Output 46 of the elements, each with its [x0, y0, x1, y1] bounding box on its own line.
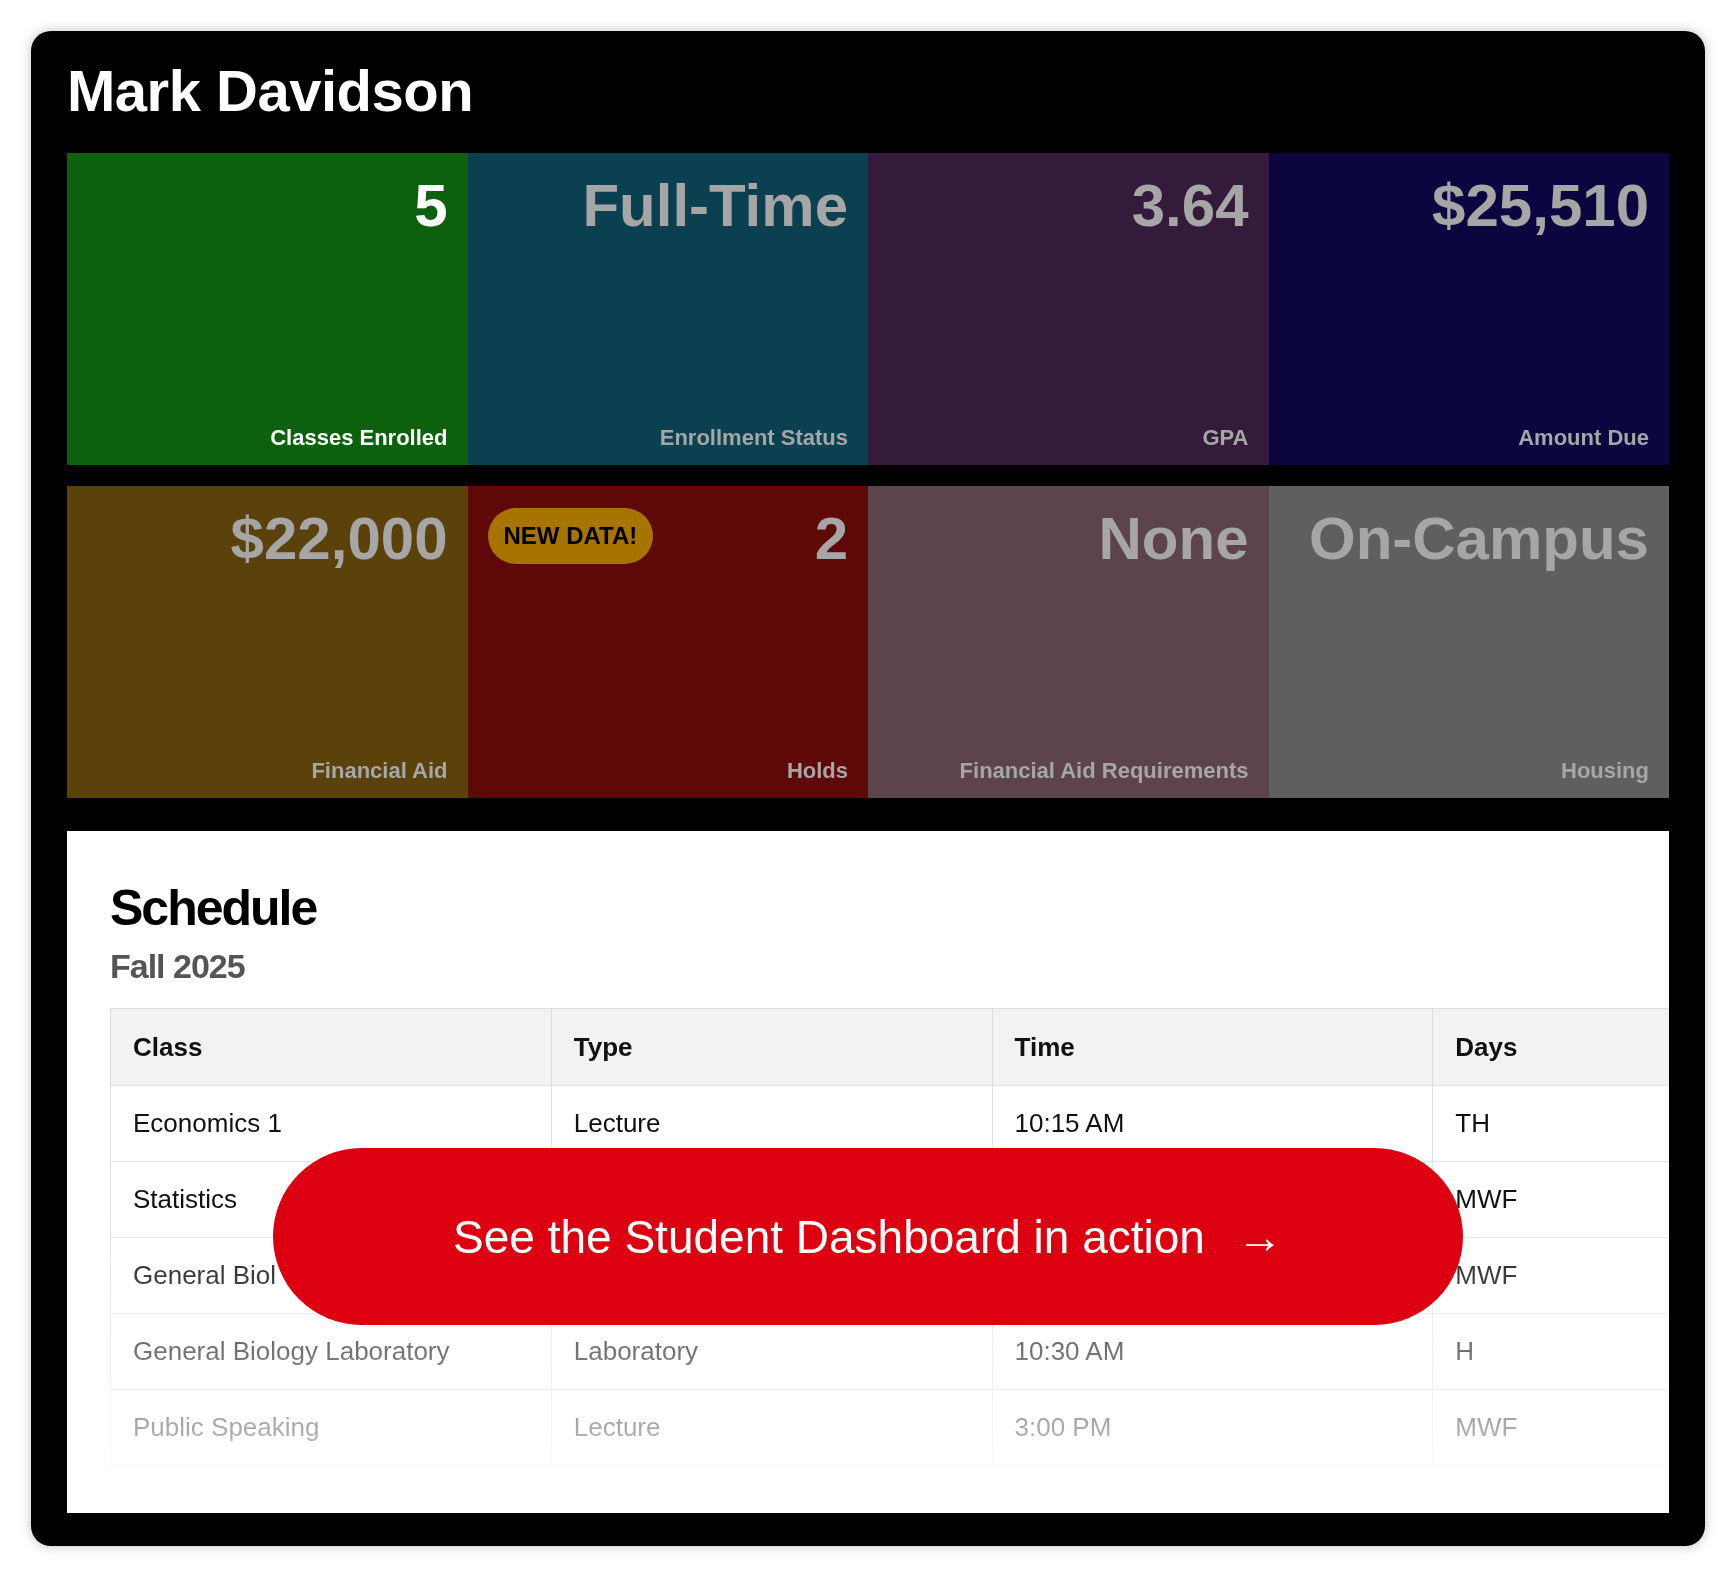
table-cell: H — [1455, 1336, 1475, 1366]
stat-label: Financial Aid — [311, 758, 448, 784]
term-label: Fall 2025 — [110, 947, 246, 986]
column-header: Time — [992, 1008, 1433, 1086]
stat-tile[interactable]: On-Campus Housing — [1268, 486, 1669, 798]
stat-label: Classes Enrolled — [270, 425, 448, 451]
stat-value: Full-Time — [582, 171, 848, 241]
arrow-icon: → — [1236, 1209, 1283, 1264]
student-name: Mark Davidson — [67, 57, 475, 125]
table-cell: Laboratory — [573, 1336, 699, 1366]
stat-label: Holds — [786, 758, 848, 784]
table-cell: Lecture — [573, 1108, 661, 1138]
schedule-title: Schedule — [110, 879, 318, 938]
column-header: Class — [110, 1008, 552, 1086]
stat-value: On-Campus — [1308, 504, 1649, 574]
stat-value: 5 — [414, 171, 448, 241]
column-header: Type — [551, 1008, 992, 1086]
table-cell: Lecture — [573, 1412, 661, 1442]
stat-value: $22,000 — [230, 504, 448, 574]
table-cell: 3:00 PM — [1014, 1412, 1112, 1442]
table-cell: Statistics — [133, 1184, 238, 1214]
stat-value: $25,510 — [1432, 171, 1649, 241]
table-cell: Public Speaking — [133, 1412, 320, 1442]
stat-tile[interactable]: Full-Time Enrollment Status — [467, 153, 868, 465]
table-cell: MWF — [1455, 1412, 1518, 1442]
stat-tile[interactable]: None Financial Aid Requirements — [868, 486, 1269, 798]
stat-tile[interactable]: NEW DATA! 2 Holds — [467, 486, 868, 798]
stat-value: 2 — [814, 504, 848, 574]
table-cell: 10:30 AM — [1014, 1336, 1125, 1366]
stat-tile[interactable]: $25,510 Amount Due — [1268, 153, 1669, 465]
table-cell: TH — [1455, 1108, 1490, 1138]
stat-value: None — [1098, 504, 1249, 574]
stat-label: GPA — [1202, 425, 1249, 451]
table-cell: Economics 1 — [133, 1108, 282, 1138]
stat-tile[interactable]: 3.64 GPA — [868, 153, 1269, 465]
stat-tile[interactable]: $22,000 Financial Aid — [67, 486, 468, 798]
stat-tile[interactable]: 5 Classes Enrolled — [67, 153, 468, 465]
table-cell: 10:15 AM — [1014, 1108, 1125, 1138]
stat-value: 3.64 — [1131, 171, 1249, 241]
stat-label: Housing — [1561, 758, 1649, 784]
table-cell: General Biology Laboratory — [133, 1336, 450, 1366]
column-header: Days — [1432, 1008, 1669, 1086]
stat-label: Enrollment Status — [659, 425, 848, 451]
stat-label: Amount Due — [1518, 425, 1649, 451]
stat-label: Financial Aid Requirements — [959, 758, 1249, 784]
new-data-badge: NEW DATA! — [487, 508, 654, 564]
